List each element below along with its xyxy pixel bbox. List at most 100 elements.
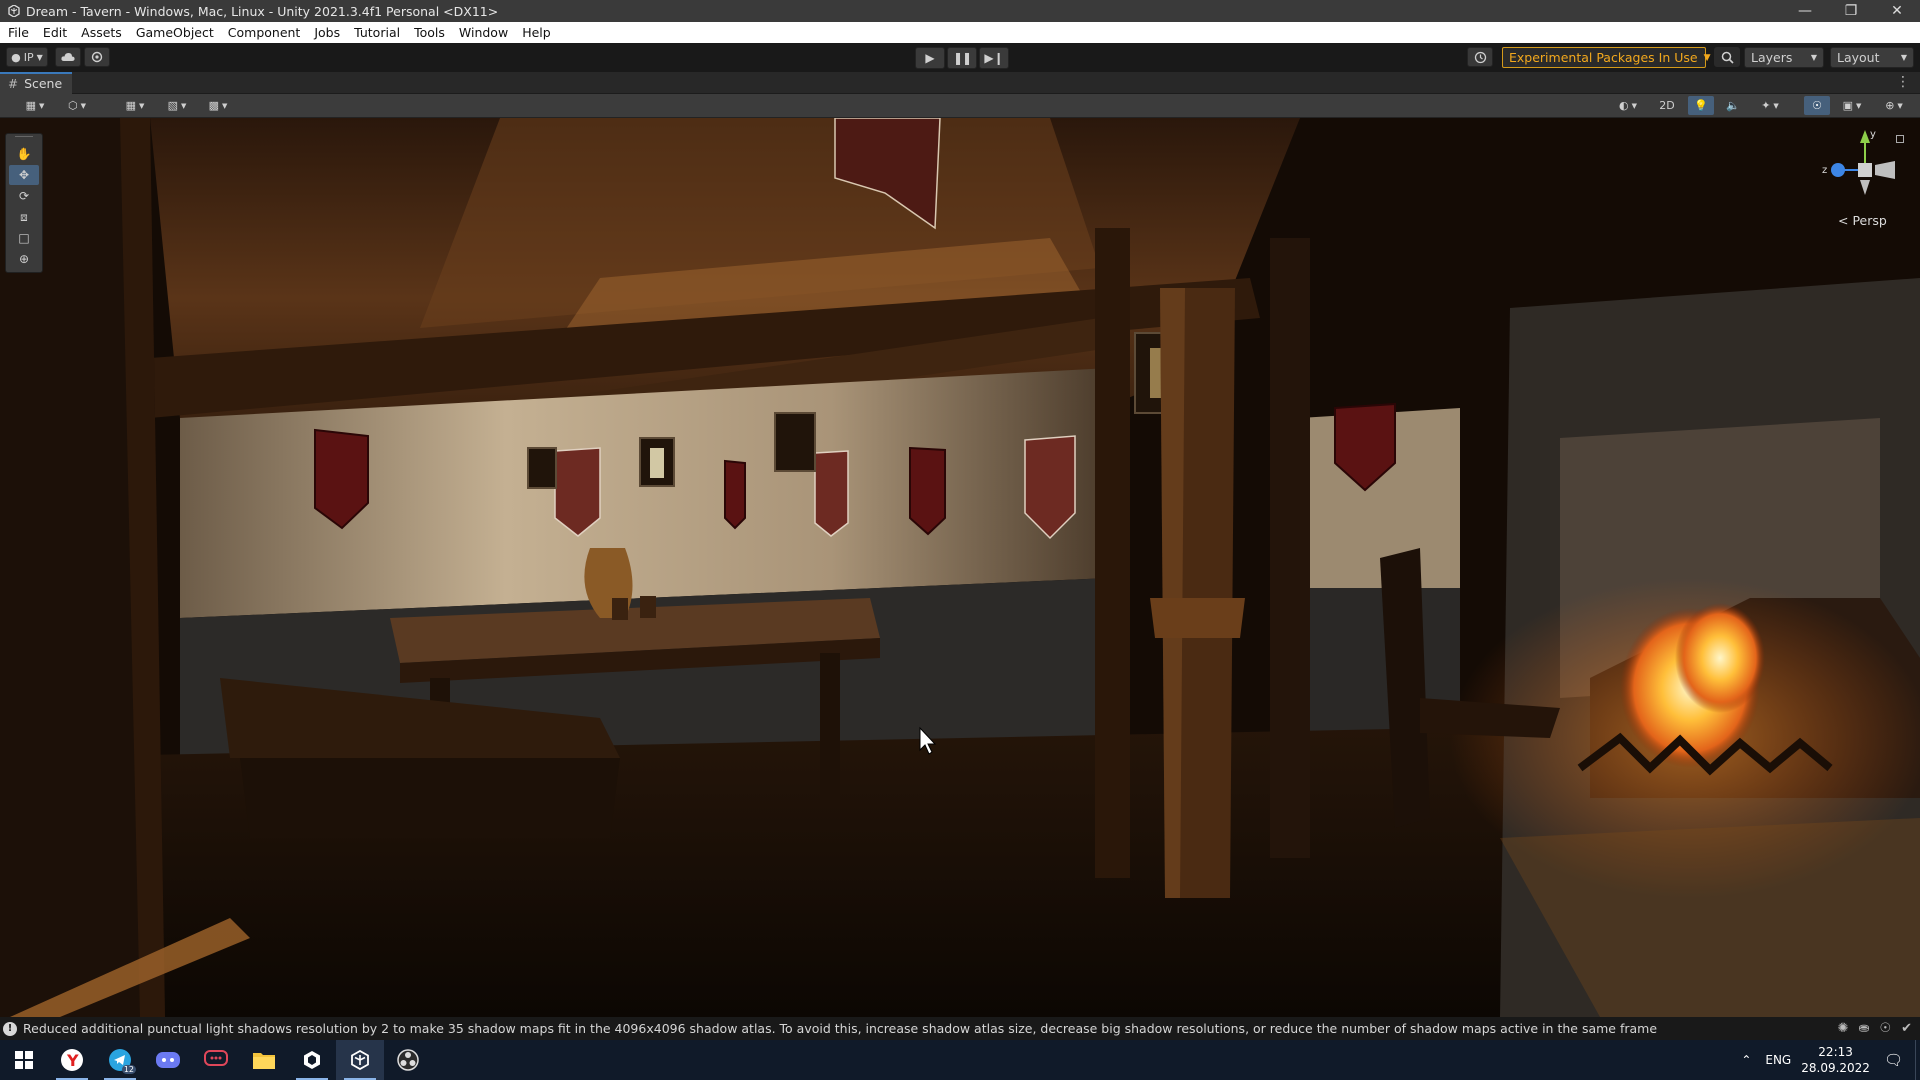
restore-icon[interactable]: ❐	[1828, 0, 1874, 22]
gizmo-neg-y[interactable]	[1860, 180, 1870, 195]
layout-label: Layout	[1837, 50, 1880, 65]
chevron-up-icon[interactable]: ⌃	[1741, 1053, 1751, 1067]
toggle-2d-button[interactable]: 2D	[1652, 96, 1682, 115]
increment-snap-dropdown[interactable]: ▩ ▼	[200, 96, 236, 115]
file-explorer-icon[interactable]	[240, 1040, 288, 1080]
menu-jobs[interactable]: Jobs	[306, 25, 346, 40]
cloud-button[interactable]	[55, 47, 81, 67]
obs-icon[interactable]	[384, 1040, 432, 1080]
unity-editor-icon[interactable]	[336, 1040, 384, 1080]
chevron-down-icon: ▼	[1810, 53, 1817, 62]
speech-app-icon[interactable]	[192, 1040, 240, 1080]
check-icon[interactable]: ✔	[1901, 1021, 1912, 1036]
experimental-packages-dropdown[interactable]: Experimental Packages In Use ▼	[1502, 47, 1710, 68]
yandex-browser-icon[interactable]: Y	[48, 1040, 96, 1080]
menu-window[interactable]: Window	[451, 25, 514, 40]
gizmo-y-cone[interactable]	[1860, 130, 1870, 143]
network-icon[interactable]: ☉	[1879, 1021, 1891, 1036]
audio-toggle[interactable]: 🔈	[1720, 96, 1746, 115]
gizmo-z-label: z	[1822, 165, 1827, 176]
menu-component[interactable]: Component	[220, 25, 307, 40]
account-label: IP	[23, 50, 34, 64]
draw-mode-dropdown[interactable]: ▦ ▼	[18, 96, 52, 115]
step-button[interactable]: ▶❙	[979, 47, 1009, 69]
chevron-down-icon: ▼	[222, 101, 228, 110]
language-indicator[interactable]: ENG	[1765, 1053, 1791, 1067]
sphere-icon: ◐	[1619, 99, 1629, 112]
window-title: Dream - Tavern - Windows, Mac, Linux - U…	[26, 3, 499, 19]
palette-handle[interactable]	[15, 136, 33, 142]
grid-visibility-dropdown[interactable]: ▧ ▼	[160, 96, 194, 115]
move-tool-icon[interactable]: ✥	[9, 165, 39, 185]
close-icon[interactable]: ✕	[1874, 0, 1920, 22]
rotate-tool-icon[interactable]: ⟳	[9, 186, 39, 206]
scene-viewport[interactable]	[0, 118, 1920, 1017]
eye-slash-icon: ☉	[1812, 99, 1822, 112]
menu-help[interactable]: Help	[514, 25, 557, 40]
scale-tool-icon[interactable]: ⧈	[9, 207, 39, 227]
orientation-gizmo[interactable]: y z	[1820, 125, 1910, 225]
debug-icon[interactable]: ✺	[1838, 1021, 1849, 1036]
tab-scene[interactable]: # Scene	[0, 71, 73, 94]
menu-gameobject[interactable]: GameObject	[128, 25, 220, 40]
search-button[interactable]	[1714, 47, 1740, 67]
search-icon	[1721, 51, 1734, 64]
gizmo-z-cone[interactable]	[1831, 163, 1845, 177]
show-desktop-button[interactable]	[1915, 1040, 1920, 1080]
pause-button[interactable]: ❚❚	[947, 47, 977, 69]
chevron-down-icon: ▼	[1631, 101, 1637, 110]
layout-dropdown[interactable]: Layout ▼	[1830, 47, 1914, 68]
hidden-objects-toggle[interactable]: ☉	[1804, 96, 1830, 115]
menu-assets[interactable]: Assets	[73, 25, 128, 40]
hand-tool-icon[interactable]: ✋	[9, 144, 39, 164]
account-dropdown[interactable]: ● IP ▼	[6, 47, 48, 67]
chevron-down-icon: ▼	[1900, 53, 1907, 62]
menu-tutorial[interactable]: Tutorial	[346, 25, 406, 40]
rect-tool-icon[interactable]: □	[9, 228, 39, 248]
chevron-down-icon: ▼	[1703, 52, 1711, 63]
lightbulb-icon: 💡	[1694, 99, 1708, 112]
lock-icon[interactable]	[1896, 135, 1904, 143]
lighting-toggle[interactable]: 💡	[1688, 96, 1714, 115]
projection-label[interactable]: < Persp	[1838, 213, 1887, 228]
unity-hub-icon[interactable]	[288, 1040, 336, 1080]
camera-dropdown[interactable]: ▣ ▼	[1834, 96, 1870, 115]
grid-snap-dropdown[interactable]: ▦ ▼	[118, 96, 152, 115]
shading-mode-dropdown[interactable]: ◐ ▼	[1610, 96, 1646, 115]
windows-start-icon[interactable]	[0, 1040, 48, 1080]
telegram-icon[interactable]: 12	[96, 1040, 144, 1080]
discord-icon[interactable]	[144, 1040, 192, 1080]
chevron-down-icon: ▼	[1773, 101, 1779, 110]
cube-icon: ⬡	[68, 99, 78, 112]
clock[interactable]: 22:13 28.09.2022	[1801, 1044, 1870, 1076]
gizmos-dropdown[interactable]: ⊕ ▼	[1876, 96, 1912, 115]
chevron-down-icon: ▼	[39, 101, 45, 110]
status-message[interactable]: Reduced additional punctual light shadow…	[23, 1021, 1838, 1036]
minimize-icon[interactable]: —	[1782, 0, 1828, 22]
menu-file[interactable]: File	[0, 25, 35, 40]
scene-toolbar: ▦ ▼ ⬡ ▼ ▦ ▼ ▧ ▼ ▩ ▼ ◐ ▼ 2D 💡 🔈 ✦ ▼ ☉ ▣ ▼ ⊕ ▼	[0, 94, 1920, 118]
cache-icon[interactable]: ⛂	[1859, 1021, 1870, 1036]
history-icon	[1474, 51, 1486, 63]
transform-tool-icon[interactable]: ⊕	[9, 249, 39, 269]
gizmo-y-label: y	[1870, 129, 1876, 140]
layers-dropdown[interactable]: Layers ▼	[1744, 47, 1824, 68]
step-icon: ▶❙	[984, 51, 1004, 65]
effects-dropdown[interactable]: ✦ ▼	[1752, 96, 1788, 115]
clock-date: 28.09.2022	[1801, 1061, 1870, 1075]
play-button[interactable]: ▶	[915, 47, 945, 69]
history-button[interactable]	[1467, 47, 1493, 67]
shading-dropdown[interactable]: ⬡ ▼	[60, 96, 94, 115]
collab-button[interactable]	[84, 47, 110, 67]
scene-grid-icon: #	[8, 76, 19, 91]
gizmo-center[interactable]	[1858, 163, 1872, 177]
gizmo-neg-x[interactable]	[1875, 161, 1895, 179]
panel-menu-icon[interactable]: ⋮	[1896, 74, 1910, 90]
menu-tools[interactable]: Tools	[406, 25, 451, 40]
play-icon: ▶	[925, 51, 935, 65]
menu-edit[interactable]: Edit	[35, 25, 73, 40]
main-toolbar: ● IP ▼ ▶ ❚❚ ▶❙ Experimental Packages In …	[0, 43, 1920, 72]
title-bar: Dream - Tavern - Windows, Mac, Linux - U…	[0, 0, 1920, 22]
chevron-down-icon: ▼	[181, 101, 187, 110]
notification-icon[interactable]: 🗨	[1884, 1051, 1903, 1069]
